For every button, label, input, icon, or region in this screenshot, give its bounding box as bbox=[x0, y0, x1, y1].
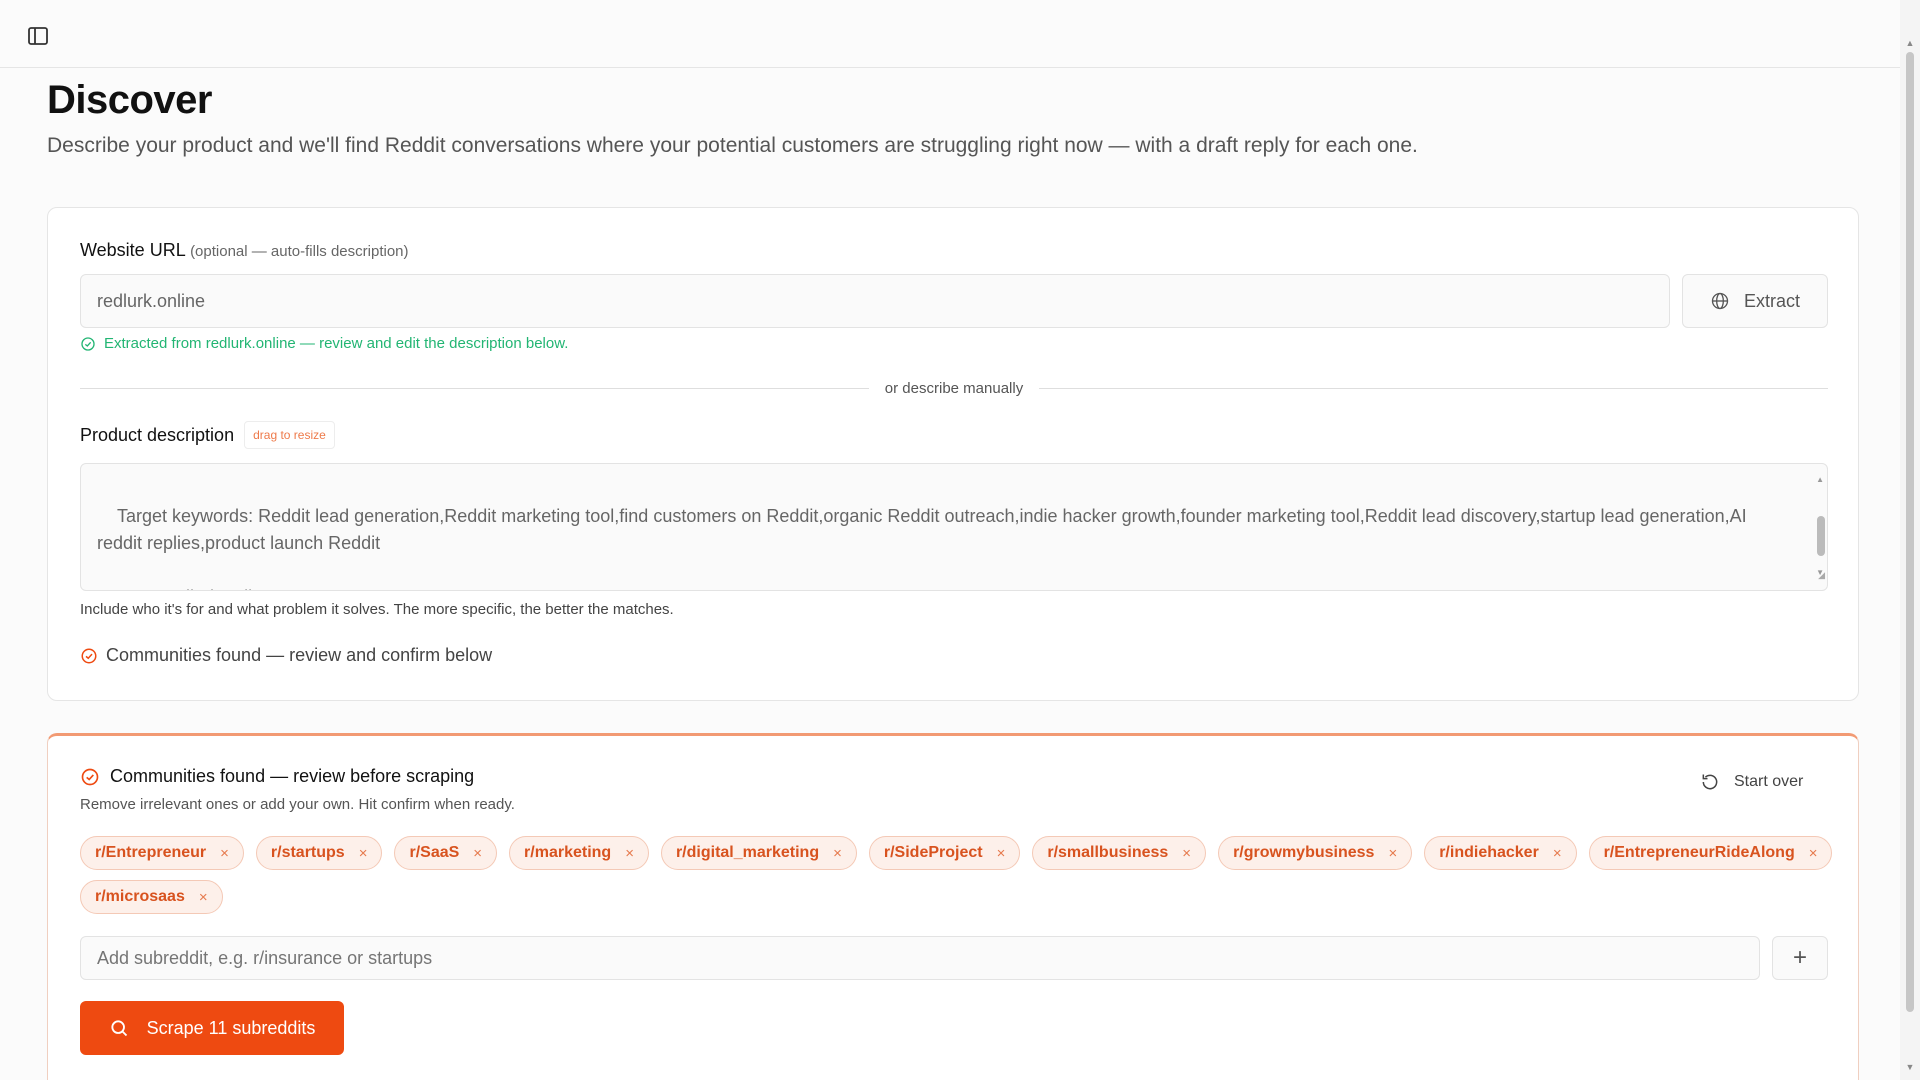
chip-remove-icon[interactable]: × bbox=[220, 845, 229, 862]
subreddit-chip-label: r/EntrepreneurRideAlong bbox=[1603, 844, 1795, 861]
subreddit-chip-label: r/microsaas bbox=[95, 888, 185, 905]
extract-success-message: Extracted from redlurk.online — review a… bbox=[80, 335, 568, 352]
subreddit-chips: r/Entrepreneur × r/startups × r/SaaS × r/marke… bbox=[80, 836, 1840, 914]
subreddit-chip: r/startups × bbox=[255, 836, 383, 870]
subreddit-chip: r/EntrepreneurRideAlong × bbox=[1588, 836, 1833, 870]
add-subreddit-input[interactable] bbox=[80, 936, 1760, 980]
page-subtitle: Describe your product and we'll find Red… bbox=[47, 134, 1418, 157]
url-label-row: Website URL (optional — auto-fills descr… bbox=[80, 240, 409, 261]
subreddit-chip: r/smallbusiness × bbox=[1032, 836, 1207, 870]
subreddit-chip: r/growmybusiness × bbox=[1218, 836, 1413, 870]
description-label: Product description bbox=[80, 424, 235, 445]
subreddit-chip-label: r/growmybusiness bbox=[1233, 844, 1375, 861]
product-description-textarea[interactable]: Target keywords: Reddit lead generation,… bbox=[80, 463, 1828, 591]
sidebar-icon[interactable] bbox=[26, 24, 50, 48]
communities-title: Communities found — review before scrapi… bbox=[110, 766, 475, 786]
subreddit-chip: r/digital_marketing × bbox=[660, 836, 857, 870]
website-url-input[interactable] bbox=[80, 274, 1670, 328]
subreddit-chip: r/SaaS × bbox=[394, 836, 498, 870]
communities-status-text: Communities found — review and confirm b… bbox=[106, 645, 493, 665]
check-circle-icon bbox=[80, 647, 98, 665]
input-card: Website URL (optional — auto-fills descr… bbox=[47, 207, 1859, 701]
subreddit-chip-label: r/startups bbox=[270, 844, 345, 861]
scrollbar-thumb[interactable] bbox=[1906, 52, 1914, 1012]
communities-title-row: Communities found — review before scrapi… bbox=[80, 766, 474, 787]
chip-remove-icon[interactable]: × bbox=[997, 845, 1006, 862]
description-help-text: Include who it's for and what problem it… bbox=[80, 601, 674, 618]
url-hint: (optional — auto-fills description) bbox=[190, 243, 409, 260]
resize-badge: drag to resize bbox=[244, 421, 335, 449]
description-label-row: Product description drag to resize bbox=[80, 421, 335, 449]
chip-remove-icon[interactable]: × bbox=[625, 845, 634, 862]
url-label: Website URL bbox=[80, 240, 186, 260]
extract-label: Extract bbox=[1743, 290, 1800, 311]
chip-remove-icon[interactable]: × bbox=[359, 845, 368, 862]
communities-status: Communities found — review and confirm b… bbox=[80, 645, 492, 666]
top-bar bbox=[0, 0, 1900, 68]
add-subreddit-button[interactable]: + bbox=[1772, 936, 1828, 980]
communities-card: Communities found — review before scrapi… bbox=[47, 733, 1859, 1080]
divider-text: or describe manually bbox=[884, 379, 1024, 397]
textarea-scroll-up-icon[interactable]: ▲ bbox=[1816, 466, 1824, 493]
start-over-label: Start over bbox=[1734, 773, 1804, 790]
subreddit-chip: r/indiehacker × bbox=[1424, 836, 1577, 870]
page-title: Discover bbox=[47, 78, 212, 122]
subreddit-chip: r/SideProject × bbox=[868, 836, 1021, 870]
start-over-button[interactable]: Start over bbox=[1700, 772, 1803, 792]
check-circle-icon bbox=[80, 767, 100, 787]
page-scrollbar[interactable]: ▲ ▼ bbox=[1900, 0, 1920, 1080]
subreddit-chip-label: r/marketing bbox=[524, 844, 612, 861]
subreddit-chip: r/Entrepreneur × bbox=[80, 836, 244, 870]
subreddit-chip-label: r/SideProject bbox=[883, 844, 983, 861]
chip-remove-icon[interactable]: × bbox=[833, 845, 842, 862]
plus-icon: + bbox=[1792, 944, 1807, 971]
chip-remove-icon[interactable]: × bbox=[199, 889, 208, 906]
communities-subtitle: Remove irrelevant ones or add your own. … bbox=[80, 796, 515, 813]
subreddit-chip-label: r/digital_marketing bbox=[675, 844, 820, 861]
chip-remove-icon[interactable]: × bbox=[473, 845, 482, 862]
divider-line-left bbox=[80, 387, 869, 389]
globe-icon bbox=[1710, 291, 1730, 311]
scrape-button[interactable]: Scrape 11 subreddits bbox=[80, 1001, 344, 1055]
search-icon bbox=[109, 1018, 129, 1038]
refresh-icon bbox=[1700, 772, 1720, 792]
scroll-down-icon[interactable]: ▼ bbox=[1905, 1062, 1915, 1072]
subreddit-chip-label: r/smallbusiness bbox=[1047, 844, 1169, 861]
subreddit-chip-label: r/indiehacker bbox=[1439, 844, 1539, 861]
divider-line-right bbox=[1039, 387, 1828, 389]
scroll-up-icon[interactable]: ▲ bbox=[1905, 38, 1915, 48]
success-text: Extracted from redlurk.online — review a… bbox=[104, 335, 569, 352]
subreddit-chip-label: r/SaaS bbox=[409, 844, 460, 861]
chip-remove-icon[interactable]: × bbox=[1388, 845, 1397, 862]
subreddit-chip-label: r/Entrepreneur bbox=[95, 844, 207, 861]
check-circle-icon bbox=[80, 336, 96, 352]
extract-button[interactable]: Extract bbox=[1682, 274, 1828, 328]
chip-remove-icon[interactable]: × bbox=[1182, 845, 1191, 862]
chip-remove-icon[interactable]: × bbox=[1553, 845, 1562, 862]
resize-handle-icon[interactable]: ◢ bbox=[1818, 562, 1825, 589]
scrape-label: Scrape 11 subreddits bbox=[146, 1017, 316, 1038]
textarea-scrollbar-thumb[interactable] bbox=[1817, 516, 1825, 556]
subreddit-chip: r/microsaas × bbox=[80, 880, 223, 914]
description-text: Target keywords: Reddit lead generation,… bbox=[97, 506, 1747, 590]
chip-remove-icon[interactable]: × bbox=[1809, 845, 1818, 862]
manual-divider: or describe manually bbox=[80, 378, 1828, 398]
subreddit-chip: r/marketing × bbox=[509, 836, 649, 870]
